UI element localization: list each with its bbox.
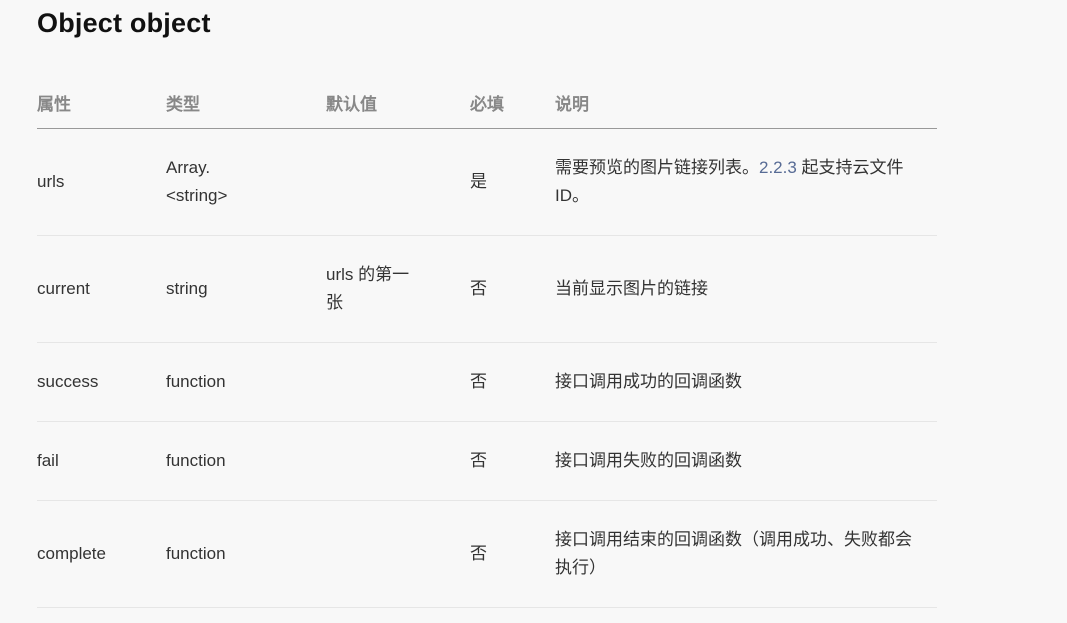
table-row: complete function 否 接口调用结束的回调函数（调用成功、失败都… <box>37 500 937 608</box>
cell-required: 否 <box>470 500 555 608</box>
cell-default: urls 的第一张 <box>326 235 470 343</box>
header-default: 默认值 <box>326 78 470 129</box>
header-property: 属性 <box>37 78 166 129</box>
cell-required: 否 <box>470 421 555 501</box>
header-description: 说明 <box>555 78 937 129</box>
object-params-table: 属性 类型 默认值 必填 说明 urls Array. <string> 是 需要… <box>37 78 937 608</box>
default-line: 张 <box>326 292 343 312</box>
cell-required: 否 <box>470 342 555 422</box>
type-line: <string> <box>166 185 228 205</box>
cell-required: 否 <box>470 235 555 343</box>
cell-type: Array. <string> <box>166 128 326 236</box>
cell-default <box>326 342 470 422</box>
cell-description: 需要预览的图片链接列表。2.2.3 起支持云文件ID。 <box>555 128 937 236</box>
header-required: 必填 <box>470 78 555 129</box>
cell-description: 接口调用成功的回调函数 <box>555 342 937 422</box>
table-header-row: 属性 类型 默认值 必填 说明 <box>37 78 937 129</box>
cell-name: complete <box>37 500 166 608</box>
default-line: urls 的第一 <box>326 264 410 284</box>
cell-type: function <box>166 500 326 608</box>
cell-default <box>326 500 470 608</box>
type-line: Array. <box>166 157 211 177</box>
table-row: urls Array. <string> 是 需要预览的图片链接列表。2.2.3 … <box>37 128 937 236</box>
cell-name: success <box>37 342 166 422</box>
cell-type: string <box>166 235 326 343</box>
cell-name: fail <box>37 421 166 501</box>
table-row: success function 否 接口调用成功的回调函数 <box>37 342 937 422</box>
cell-type: function <box>166 421 326 501</box>
cell-name: current <box>37 235 166 343</box>
cell-required: 是 <box>470 128 555 236</box>
cell-type: function <box>166 342 326 422</box>
cell-default <box>326 128 470 236</box>
table-row: current string urls 的第一张 否 当前显示图片的链接 <box>37 235 937 343</box>
cell-description: 接口调用结束的回调函数（调用成功、失败都会执行） <box>555 500 937 608</box>
version-link[interactable]: 2.2.3 <box>759 158 797 177</box>
cell-description: 接口调用失败的回调函数 <box>555 421 937 501</box>
cell-name: urls <box>37 128 166 236</box>
page-title: Object object <box>37 8 211 38</box>
cell-default <box>326 421 470 501</box>
header-type: 类型 <box>166 78 326 129</box>
desc-text: 需要预览的图片链接列表。 <box>555 157 759 177</box>
cell-description: 当前显示图片的链接 <box>555 235 937 343</box>
table-row: fail function 否 接口调用失败的回调函数 <box>37 421 937 501</box>
